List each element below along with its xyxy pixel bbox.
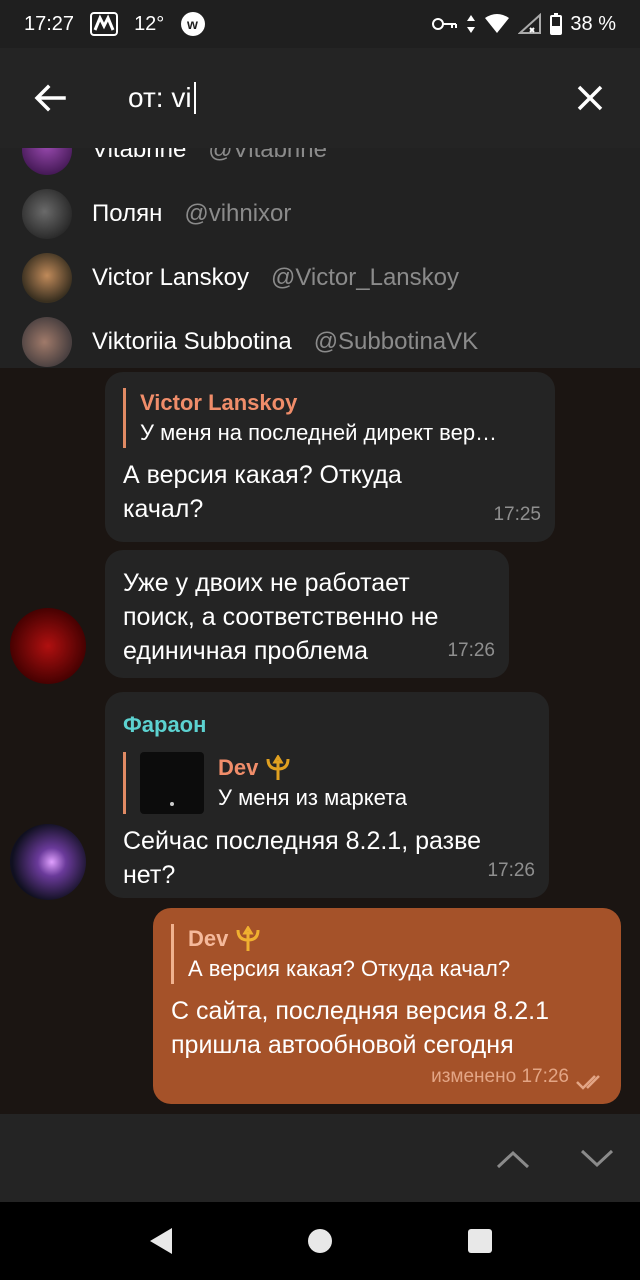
message-line: пришла автообновой сегодня xyxy=(171,1031,514,1059)
system-back-button[interactable] xyxy=(135,1216,185,1266)
data-transfer-icon xyxy=(466,14,476,34)
previous-result-button[interactable] xyxy=(488,1134,538,1184)
avatar[interactable] xyxy=(10,608,86,684)
circle-home-icon xyxy=(308,1229,332,1253)
back-button[interactable] xyxy=(0,48,100,148)
next-result-button[interactable] xyxy=(572,1134,622,1184)
app-notification-icon xyxy=(90,12,119,36)
mention-username: @Vitabrine xyxy=(208,148,327,163)
chat-area: Victor Lanskoy У меня на последней дирек… xyxy=(0,368,640,1114)
mention-suggestions: Vitabrine @Vitabrine Полян @vihnixor Vic… xyxy=(0,148,640,368)
mention-name: Полян xyxy=(92,200,163,227)
message-line: единичная проблема xyxy=(123,637,369,665)
message-text: Сейчас последняя 8.2.1, разве нет? xyxy=(123,824,531,892)
status-bar: 17:27 12° w 38 % xyxy=(0,0,640,48)
outgoing-message-bubble[interactable]: Dev А версия какая? Откуда качал? С сайт… xyxy=(153,908,621,1104)
mention-item-victor-lanskoy[interactable]: Victor Lanskoy @Victor_Lanskoy xyxy=(0,246,640,310)
search-query: от: vi xyxy=(128,82,192,113)
reply-author: Dev xyxy=(218,755,259,780)
reply-text: А версия какая? Откуда качал? xyxy=(188,956,511,981)
message-bubble[interactable]: Victor Lanskoy У меня на последней дирек… xyxy=(105,372,555,542)
reply-preview[interactable]: Dev А версия какая? Откуда качал? xyxy=(171,924,603,984)
message-line: С сайта, последняя версия 8.2.1 xyxy=(171,997,549,1025)
wifi-icon xyxy=(484,14,510,34)
reply-preview[interactable]: Dev У меня из маркета xyxy=(123,752,531,814)
mention-item-vitabrine[interactable]: Vitabrine @Vitabrine xyxy=(0,148,640,182)
battery-icon xyxy=(550,13,563,35)
message-line: поиск, а соответственно не xyxy=(123,603,439,631)
reply-preview[interactable]: Victor Lanskoy У меня на последней дирек… xyxy=(123,388,537,448)
message-text: С сайта, последняя версия 8.2.1 пришла а… xyxy=(171,994,603,1062)
chevron-up-icon xyxy=(496,1150,530,1169)
mention-name: Viktoriia Subbotina xyxy=(92,328,292,355)
system-navigation-bar xyxy=(0,1202,640,1280)
trident-icon xyxy=(266,755,290,780)
sender-name: Фараон xyxy=(123,712,207,737)
message-line: Сейчас последняя 8.2.1, разве xyxy=(123,827,481,855)
mention-item-viktoriia-subbotina[interactable]: Viktoriia Subbotina @SubbotinaVK xyxy=(0,310,640,368)
message-line: А версия какая? Откуда xyxy=(123,461,402,489)
avatar xyxy=(22,148,72,175)
weather-temperature: 12° xyxy=(134,12,165,35)
message-time: изменено 17:26 xyxy=(431,1066,569,1087)
avatar xyxy=(22,189,72,239)
close-icon xyxy=(577,85,603,111)
mention-name: Vitabrine xyxy=(92,148,187,163)
message-line: Уже у двоих не работает xyxy=(123,569,410,597)
system-home-button[interactable] xyxy=(295,1216,345,1266)
reply-text: У меня из маркета xyxy=(218,785,408,810)
battery-percent: 38 % xyxy=(570,12,616,35)
message-bubble[interactable]: Уже у двоих не работает поиск, а соответ… xyxy=(105,550,509,678)
avatar xyxy=(22,317,72,367)
avatar xyxy=(22,253,72,303)
message-line: качал? xyxy=(123,495,204,523)
message-text: А версия какая? Откуда качал? xyxy=(123,458,537,526)
triangle-back-icon xyxy=(150,1228,172,1254)
vpn-key-icon xyxy=(432,16,458,32)
message-time: 17:25 xyxy=(493,504,541,525)
message-text: Уже у двоих не работает поиск, а соответ… xyxy=(123,566,491,668)
mention-item-polyan[interactable]: Полян @vihnixor xyxy=(0,182,640,246)
message-time: 17:26 xyxy=(487,860,535,881)
reply-thumbnail xyxy=(140,752,204,814)
system-recents-button[interactable] xyxy=(455,1216,505,1266)
trident-icon xyxy=(236,926,260,951)
status-time: 17:27 xyxy=(24,12,75,35)
svg-text:w: w xyxy=(186,16,198,32)
chevron-down-icon xyxy=(580,1149,614,1168)
text-caret xyxy=(193,82,196,114)
mention-username: @Victor_Lanskoy xyxy=(270,264,459,291)
message-time: 17:26 xyxy=(447,640,495,661)
search-results-bar xyxy=(0,1114,640,1202)
search-input[interactable]: от: vi xyxy=(100,82,540,114)
mention-name: Victor Lanskoy xyxy=(92,264,249,291)
double-check-icon xyxy=(576,1075,600,1090)
message-bubble[interactable]: Фараон Dev У меня из маркета Сейчас посл… xyxy=(105,692,549,898)
mention-username: @SubbotinaVK xyxy=(313,328,479,355)
arrow-left-icon xyxy=(34,84,66,112)
reply-text: У меня на последней директ вер… xyxy=(140,420,498,445)
mention-username: @vihnixor xyxy=(184,200,292,227)
message-line: нет? xyxy=(123,861,176,889)
vk-notification-icon: w xyxy=(180,11,206,37)
search-header: от: vi xyxy=(0,48,640,148)
signal-icon xyxy=(518,13,542,35)
reply-author: Dev xyxy=(188,926,229,951)
clear-search-button[interactable] xyxy=(540,48,640,148)
square-recents-icon xyxy=(468,1229,492,1253)
reply-author: Victor Lanskoy xyxy=(140,390,298,415)
avatar[interactable] xyxy=(10,824,86,900)
